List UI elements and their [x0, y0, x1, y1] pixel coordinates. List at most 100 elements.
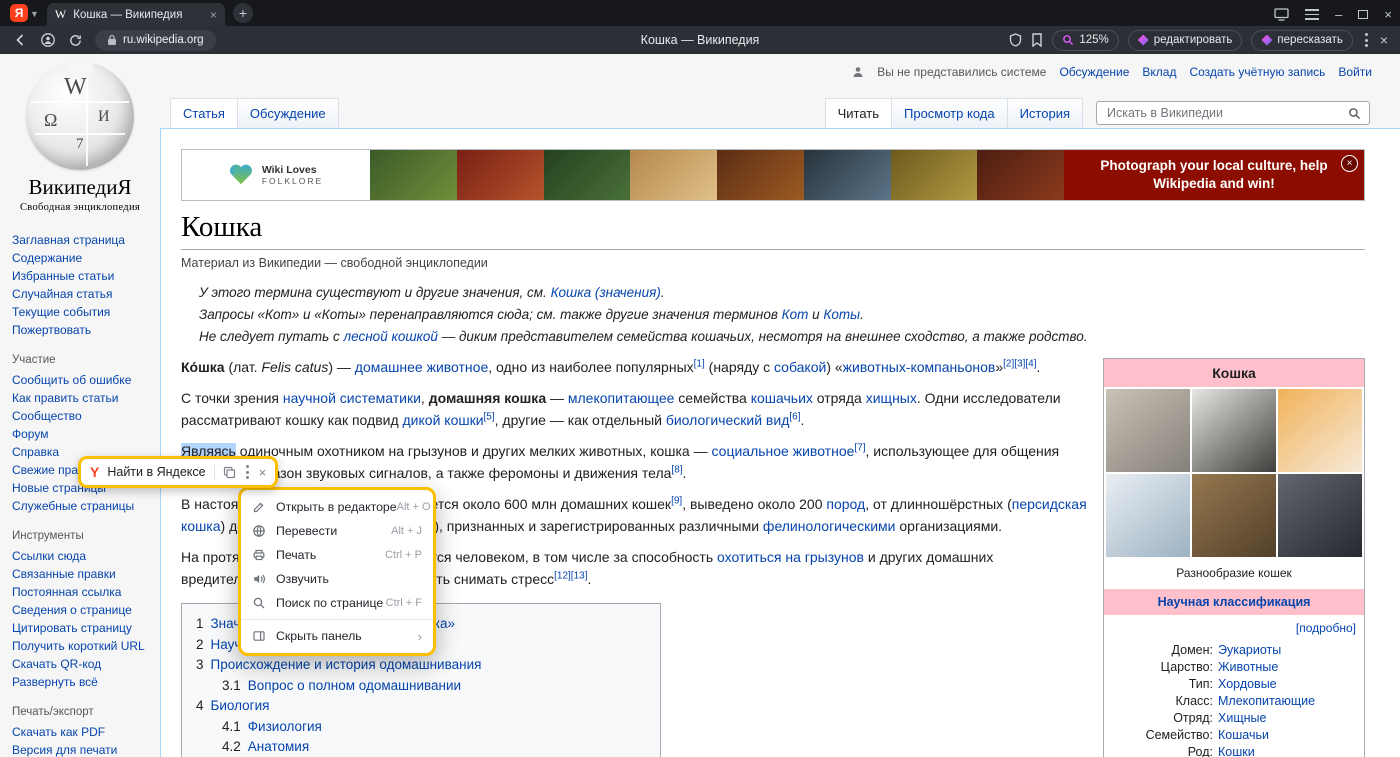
sidebar-item[interactable]: Связанные правки [12, 565, 154, 583]
toc-item[interactable]: 4Биология [196, 696, 642, 717]
popup-close-icon[interactable]: × [259, 465, 267, 480]
toolbar-close-icon[interactable]: × [1380, 32, 1388, 48]
taxonomy-value[interactable]: Эукариоты [1218, 642, 1281, 659]
wiki-search-icon[interactable] [1348, 107, 1361, 120]
fundraising-banner[interactable]: Wiki Loves FOLKLORE Photograph your loca… [181, 149, 1365, 201]
edit-button[interactable]: редактировать [1128, 30, 1243, 51]
toc-item[interactable]: 3Происхождение и история одомашнивания [196, 655, 642, 676]
reference-link[interactable]: [7] [854, 442, 865, 453]
personal-link[interactable]: Обсуждение [1059, 65, 1129, 79]
wiki-link[interactable]: дикой кошки [403, 412, 484, 428]
wiki-link[interactable]: животных-компаньонов [843, 359, 996, 375]
wiki-link[interactable]: фелинологическими [763, 518, 896, 534]
new-tab-button[interactable]: + [233, 3, 253, 23]
back-button[interactable] [12, 32, 28, 48]
menu-item[interactable]: ПечатьCtrl + P [241, 543, 433, 567]
overflow-menu-icon[interactable] [1362, 33, 1371, 47]
reference-link[interactable]: [4] [1025, 358, 1036, 369]
copy-icon[interactable] [223, 466, 236, 479]
sidebar-item[interactable]: Заглавная страница [12, 231, 154, 249]
wiki-link[interactable]: биологический вид [666, 412, 790, 428]
menu-item[interactable]: Открыть в редактореAlt + O [241, 495, 433, 519]
close-button[interactable]: × [1384, 8, 1392, 21]
tab-close-icon[interactable]: × [210, 8, 217, 22]
wiki-link[interactable]: домашнее животное [355, 359, 488, 375]
sidebar-item[interactable]: Текущие события [12, 303, 154, 321]
classification-header[interactable]: Научная классификация [1104, 589, 1364, 615]
sidebar-item[interactable]: Версия для печати [12, 741, 154, 757]
toc-link[interactable]: Физиология [248, 719, 322, 734]
maximize-button[interactable] [1358, 10, 1368, 19]
reference-link[interactable]: [9] [671, 495, 682, 506]
wiki-link[interactable]: научной систематики [283, 390, 421, 406]
toc-link[interactable]: Биология [211, 698, 270, 713]
protect-shield-icon[interactable] [1009, 33, 1022, 47]
wiki-link[interactable]: собакой [774, 359, 826, 375]
personal-link[interactable]: Создать учётную запись [1189, 65, 1325, 79]
wiki-link[interactable]: Кошка (значения) [551, 285, 661, 300]
reference-link[interactable]: [5] [484, 411, 495, 422]
sidebar-item[interactable]: Ссылки сюда [12, 547, 154, 565]
menu-icon[interactable] [1305, 9, 1319, 20]
find-in-yandex-label[interactable]: Найти в Яндексе [107, 465, 205, 479]
menu-item[interactable]: Озвучить [241, 567, 433, 591]
sidebar-item[interactable]: Скачать QR-код [12, 655, 154, 673]
bookmark-flag-icon[interactable] [1031, 33, 1043, 47]
popup-menu-dots-icon[interactable] [244, 465, 251, 479]
minimize-button[interactable]: – [1335, 8, 1342, 21]
reference-link[interactable]: [12] [554, 570, 571, 581]
page-tab[interactable]: Обсуждение [237, 98, 339, 128]
chevron-down-icon[interactable]: ▼ [30, 9, 39, 19]
reference-link[interactable]: [6] [789, 411, 800, 422]
reference-link[interactable]: [8] [671, 464, 682, 475]
profile-icon[interactable] [40, 32, 56, 48]
sidebar-item[interactable]: Служебные страницы [12, 497, 154, 515]
toc-link[interactable]: Анатомия [248, 739, 309, 754]
sidebar-item[interactable]: Пожертвовать [12, 321, 154, 339]
sidebar-item[interactable]: Цитировать страницу [12, 619, 154, 637]
reference-link[interactable]: [13] [571, 570, 588, 581]
cast-icon[interactable] [1274, 8, 1289, 21]
wiki-link[interactable]: хищных [866, 390, 917, 406]
zoom-chip[interactable]: 125% [1052, 30, 1118, 51]
menu-item[interactable]: ПеревестиAlt + J [241, 519, 433, 543]
address-bar[interactable]: ru.wikipedia.org [95, 30, 216, 51]
reference-link[interactable]: [2] [1003, 358, 1014, 369]
reference-link[interactable]: [1] [694, 358, 705, 369]
menu-item[interactable]: Поиск по страницеCtrl + F [241, 591, 433, 615]
page-tab[interactable]: Читать [825, 98, 892, 128]
sidebar-item[interactable]: Сообщить об ошибке [12, 371, 154, 389]
wiki-link[interactable]: Коты [823, 307, 860, 322]
personal-link[interactable]: Вклад [1142, 65, 1176, 79]
browser-tab[interactable]: W Кошка — Википедия × [47, 3, 225, 26]
toc-link[interactable]: Вопрос о полном одомашнивании [248, 678, 461, 693]
sidebar-item[interactable]: Избранные статьи [12, 267, 154, 285]
sidebar-item[interactable]: Форум [12, 425, 154, 443]
wiki-link[interactable]: кошачьих [751, 390, 813, 406]
browser-logo[interactable]: Я [10, 4, 28, 22]
sidebar-item[interactable]: Развернуть всё [12, 673, 154, 691]
page-tab[interactable]: История [1007, 98, 1083, 128]
reload-button[interactable] [68, 33, 83, 48]
page-tab[interactable]: Просмотр кода [891, 98, 1008, 128]
toc-item[interactable]: 3.1Вопрос о полном одомашнивании [196, 676, 642, 697]
toc-item[interactable]: 4.2Анатомия [196, 737, 642, 757]
banner-close-icon[interactable]: × [1341, 155, 1358, 172]
taxonomy-value[interactable]: Кошки [1218, 744, 1255, 757]
yandex-selection-popup[interactable]: Y Найти в Яндексе × [78, 456, 278, 488]
sidebar-item[interactable]: Случайная статья [12, 285, 154, 303]
sidebar-item[interactable]: Сведения о странице [12, 601, 154, 619]
toc-link[interactable]: Происхождение и история одомашнивания [211, 657, 482, 672]
sidebar-item[interactable]: Получить короткий URL [12, 637, 154, 655]
toc-item[interactable]: 4.1Физиология [196, 717, 642, 738]
wiki-search-input[interactable] [1105, 105, 1348, 121]
sidebar-item[interactable]: Как править статьи [12, 389, 154, 407]
reference-link[interactable]: [3] [1014, 358, 1025, 369]
wiki-link[interactable]: социальное животное [712, 443, 855, 459]
taxonomy-value[interactable]: Кошачьи [1218, 727, 1269, 744]
sidebar-item[interactable]: Содержание [12, 249, 154, 267]
taxonomy-value[interactable]: Хищные [1218, 710, 1266, 727]
wiki-link[interactable]: охотиться на грызунов [717, 549, 864, 565]
personal-link[interactable]: Войти [1338, 65, 1372, 79]
wiki-search-box[interactable] [1096, 101, 1370, 125]
